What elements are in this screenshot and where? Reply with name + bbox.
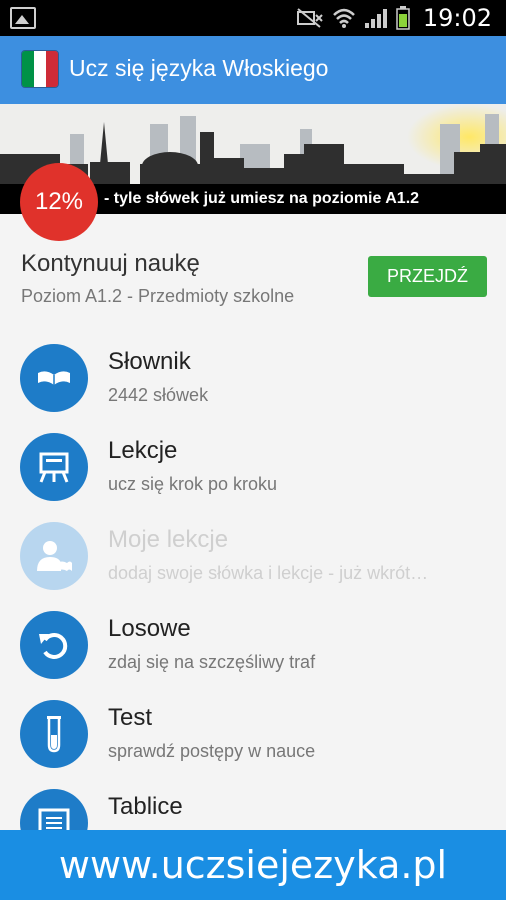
menu-item-label: Moje lekcje [108,526,229,553]
italian-flag-icon [21,50,59,88]
continue-title: Kontynuuj naukę [21,250,200,277]
status-icons [296,6,410,30]
menu-item-losowe[interactable]: Losowe zdaj się na szczęśliwy traf [0,611,506,697]
image-icon [10,7,36,29]
menu-item-label: Słownik [108,348,191,375]
undo-icon [20,611,88,679]
easel-icon [20,433,88,501]
book-icon [20,344,88,412]
menu-item-subtitle: 2442 słówek [108,385,209,405]
go-button[interactable]: PRZEJDŹ [368,256,487,297]
wifi-icon [333,8,355,28]
signal-icon [365,9,387,28]
test-tube-icon [20,700,88,768]
menu-item-slownik[interactable]: Słownik 2442 słówek [0,344,506,430]
status-bar: 19:02 [0,0,506,36]
menu-item-subtitle: ucz się krok po kroku [108,474,278,494]
progress-percent-badge: 12% [20,163,98,241]
menu-item-moje-lekcje: Moje lekcje dodaj swoje słówka i lekcje … [0,522,506,608]
app-title: Ucz się języka Włoskiego [69,55,329,81]
clock: 19:02 [422,4,492,32]
menu-item-lekcje[interactable]: Lekcje ucz się krok po kroku [0,433,506,519]
user-book-icon [20,522,88,590]
mute-icon [297,8,323,28]
menu-item-subtitle: dodaj swoje słówka i lekcje - już wkrót… [108,563,429,583]
app-bar: Ucz się języka Włoskiego [0,36,506,104]
progress-description: - tyle słówek już umiesz na poziomie A1.… [104,190,420,207]
website-url-banner[interactable]: www.uczsiejezyka.pl [0,830,506,900]
menu-item-label: Test [108,704,153,731]
menu-item-subtitle: zdaj się na szczęśliwy traf [108,652,316,672]
battery-icon [396,6,410,30]
menu-item-label: Lekcje [108,437,178,464]
continue-subtitle: Poziom A1.2 - Przedmioty szkolne [21,286,295,306]
menu-item-test[interactable]: Test sprawdź postępy w nauce [0,700,506,786]
menu-item-subtitle: sprawdź postępy w nauce [108,741,316,761]
menu-item-label: Losowe [108,615,191,642]
menu-item-label: Tablice [108,793,183,820]
